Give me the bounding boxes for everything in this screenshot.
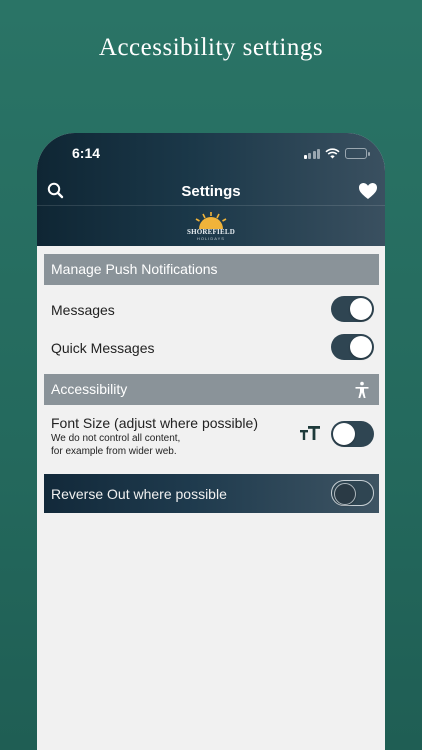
reverse-out-toggle[interactable]	[331, 480, 374, 506]
page-title: Settings	[181, 183, 241, 200]
battery-icon	[345, 148, 370, 159]
header-divider	[37, 205, 385, 206]
setting-row-font-size: Font Size (adjust where possible) We do …	[44, 406, 379, 468]
text-size-icon	[300, 426, 320, 440]
setting-row-messages: Messages	[44, 290, 379, 328]
status-time: 6:14	[72, 145, 101, 161]
font-size-toggle[interactable]	[331, 421, 374, 447]
messages-label: Messages	[51, 302, 115, 318]
sun-logo-icon	[195, 212, 227, 229]
logo-text: SHOREFIELD	[187, 228, 235, 236]
logo-subtext: HOLIDAYS	[197, 236, 225, 241]
font-size-label: Font Size (adjust where possible)	[51, 415, 258, 431]
section-header-push: Manage Push Notifications	[44, 254, 379, 285]
accessibility-header-label: Accessibility	[51, 381, 128, 397]
wifi-icon	[325, 148, 340, 159]
status-bar: 6:14	[37, 145, 385, 165]
nav-bar: 6:14 Settings SHOREFIELD HOLIDAYS	[37, 133, 385, 246]
shorefield-logo: SHOREFIELD HOLIDAYS	[181, 211, 241, 243]
heart-icon[interactable]	[357, 180, 379, 202]
setting-row-quick-messages: Quick Messages	[44, 328, 379, 366]
promo-title: Accessibility settings	[98, 34, 324, 61]
quick-messages-toggle[interactable]	[331, 334, 374, 360]
font-size-subtext-1: We do not control all content,	[51, 433, 181, 444]
reverse-out-label: Reverse Out where possible	[51, 486, 227, 502]
section-header-accessibility: Accessibility	[44, 374, 379, 405]
messages-toggle[interactable]	[331, 296, 374, 322]
font-size-subtext-2: for example from wider web.	[51, 446, 177, 457]
accessibility-icon	[355, 381, 369, 398]
status-icons	[303, 148, 370, 159]
quick-messages-label: Quick Messages	[51, 340, 155, 356]
phone-screen: 6:14 Settings SHOREFIELD HOLIDAYS Manage…	[37, 133, 385, 750]
header-row: Settings	[37, 178, 385, 206]
setting-row-reverse-out: Reverse Out where possible	[44, 474, 379, 513]
signal-icon	[303, 148, 320, 159]
